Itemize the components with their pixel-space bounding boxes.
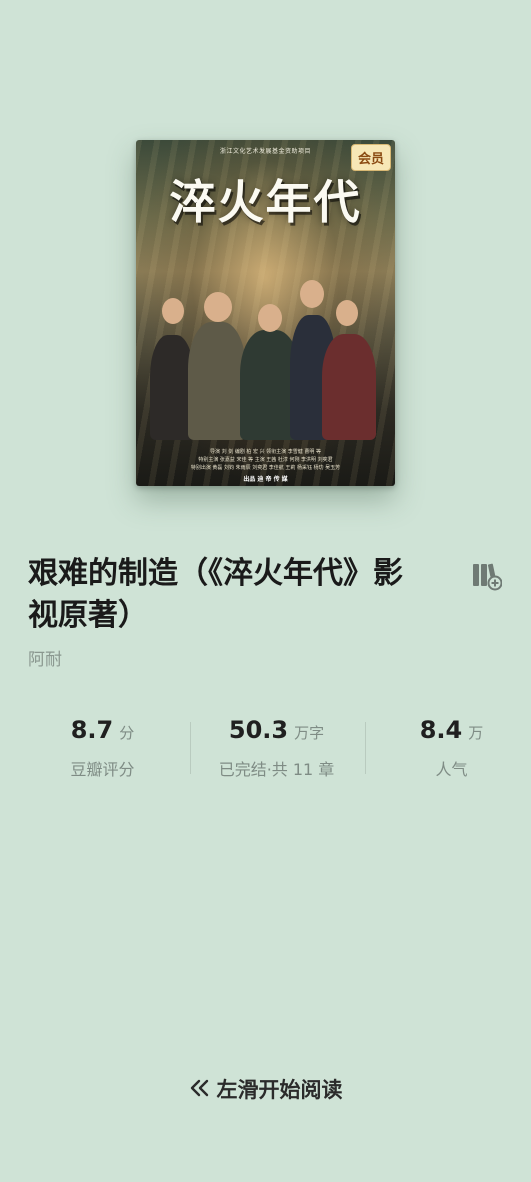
character-3-head xyxy=(258,304,282,332)
stat-popularity: 8.4 万 人气 xyxy=(363,716,531,780)
cover-characters xyxy=(136,280,395,440)
cover-credits: 导演 刘 剑 编剧 柏 宏 兴 领衔主演 李雪健 曹明 等 特别主演 张嘉益 宋… xyxy=(144,448,387,472)
book-cover[interactable]: 浙江文化艺术发展基金资助项目 会员 淬火年代 导演 刘 剑 编剧 柏 宏 兴 领… xyxy=(136,140,395,486)
character-2 xyxy=(188,322,246,440)
stat-rating-value: 8.7 xyxy=(70,716,114,744)
book-stats: 8.7 分 豆瓣评分 50.3 万字 已完结·共 11 章 8.4 万 人气 xyxy=(0,716,531,786)
character-2-head xyxy=(204,292,232,322)
stat-popularity-unit: 万 xyxy=(468,724,484,742)
author-name[interactable]: 阿耐 xyxy=(28,645,62,670)
stat-rating: 8.7 分 豆瓣评分 xyxy=(14,716,191,780)
stat-rating-unit: 分 xyxy=(119,724,135,742)
stat-popularity-label: 人气 xyxy=(435,760,468,779)
stat-word-count-label: 已完结·共 11 章 xyxy=(218,760,335,779)
credits-line-1: 导演 刘 剑 编剧 柏 宏 兴 领衔主演 李雪健 曹明 等 xyxy=(210,449,321,455)
character-5-head xyxy=(336,300,358,326)
book-title: 艰难的制造（《淬火年代》影视原著） xyxy=(28,556,403,633)
character-4-head xyxy=(300,280,324,308)
stat-popularity-value: 8.4 xyxy=(419,716,463,744)
credits-line-2: 特别主演 张嘉益 宋佳 等 主演 王茜 杜淳 何刚 李洪明 刘奕君 xyxy=(198,457,333,463)
stat-rating-label: 豆瓣评分 xyxy=(70,760,135,779)
add-to-bookshelf-icon xyxy=(473,563,503,591)
swipe-to-read-hint[interactable]: 左滑开始阅读 xyxy=(0,1074,531,1104)
cover-producer: 出品 迪 帝 传 媒 xyxy=(243,476,288,483)
stat-word-count-value: 50.3 xyxy=(228,716,289,744)
cover-title: 淬火年代 xyxy=(169,175,362,229)
stat-word-count: 50.3 万字 已完结·共 11 章 xyxy=(188,716,365,780)
stat-word-count-unit: 万字 xyxy=(294,724,325,742)
double-chevron-left-icon xyxy=(189,1078,211,1102)
add-to-bookshelf-button[interactable] xyxy=(472,561,503,591)
credits-line-3: 特别出演 黄磊 刘钧 朱雨辰 刘奕君 李佳航 王莉 杨采钰 杨玏 吴玉芳 xyxy=(190,465,341,471)
character-1-head xyxy=(162,298,184,324)
character-5 xyxy=(322,334,376,440)
swipe-hint-label: 左滑开始阅读 xyxy=(216,1078,343,1102)
